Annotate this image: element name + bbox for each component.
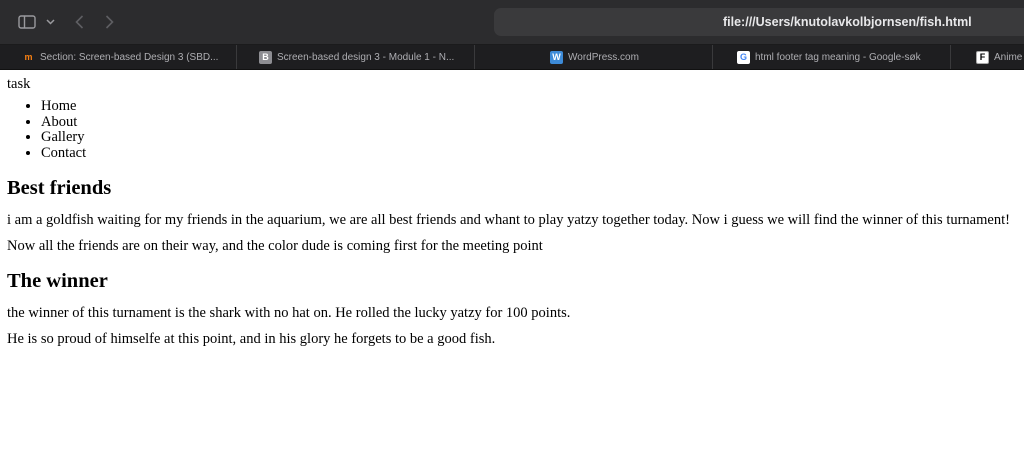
- sidebar-toggle-icon[interactable]: [14, 0, 40, 44]
- f-icon: F: [976, 50, 989, 64]
- b-icon: B: [259, 50, 272, 64]
- address-text: file:///Users/knutolavkolbjornsen/fish.h…: [723, 15, 972, 29]
- tab-label: html footer tag meaning - Google-søk: [755, 51, 921, 63]
- paragraph-friends-on-way: Now all the friends are on their way, an…: [7, 238, 543, 254]
- nav-list: Home About Gallery Contact: [7, 98, 1017, 162]
- nav-item-about: About: [41, 114, 1017, 131]
- chevron-down-icon[interactable]: [42, 0, 58, 44]
- task-label: task: [7, 76, 31, 92]
- tab-label: Anime: [994, 51, 1023, 63]
- tab-google-search[interactable]: G html footer tag meaning - Google-søk: [713, 45, 951, 69]
- tab-label: WordPress.com: [568, 51, 639, 63]
- wordpress-icon: W: [550, 50, 563, 64]
- back-arrow-icon[interactable]: [70, 0, 88, 44]
- tab-label: Section: Screen-based Design 3 (SBD...: [40, 51, 219, 63]
- heading-the-winner: The winner: [7, 270, 108, 292]
- google-icon: G: [737, 50, 750, 64]
- nav-item-gallery: Gallery: [41, 129, 1017, 146]
- moodle-icon: m: [24, 51, 33, 62]
- tab-label: Screen-based design 3 - Module 1 - N...: [277, 51, 455, 63]
- browser-toolbar: file:///Users/knutolavkolbjornsen/fish.h…: [0, 0, 1024, 45]
- heading-best-friends: Best friends: [7, 177, 112, 199]
- tab-anime[interactable]: F Anime: [951, 45, 1024, 69]
- paragraph-goldfish: i am a goldfish waiting for my friends i…: [7, 212, 1010, 228]
- address-bar[interactable]: file:///Users/knutolavkolbjornsen/fish.h…: [494, 8, 1024, 36]
- tab-sbd-module[interactable]: B Screen-based design 3 - Module 1 - N..…: [237, 45, 475, 69]
- tab-sbd-section[interactable]: m Section: Screen-based Design 3 (SBD...: [0, 45, 237, 69]
- page-content: task Home About Gallery Contact Best fri…: [0, 70, 1024, 348]
- paragraph-proud: He is so proud of himselfe at this point…: [7, 331, 496, 347]
- nav-item-home: Home: [41, 98, 1017, 115]
- tab-bar: m Section: Screen-based Design 3 (SBD...…: [0, 45, 1024, 70]
- paragraph-winner: the winner of this turnament is the shar…: [7, 305, 571, 321]
- forward-arrow-icon[interactable]: [100, 0, 118, 44]
- tab-wordpress[interactable]: W WordPress.com: [475, 45, 713, 69]
- nav-item-contact: Contact: [41, 145, 1017, 162]
